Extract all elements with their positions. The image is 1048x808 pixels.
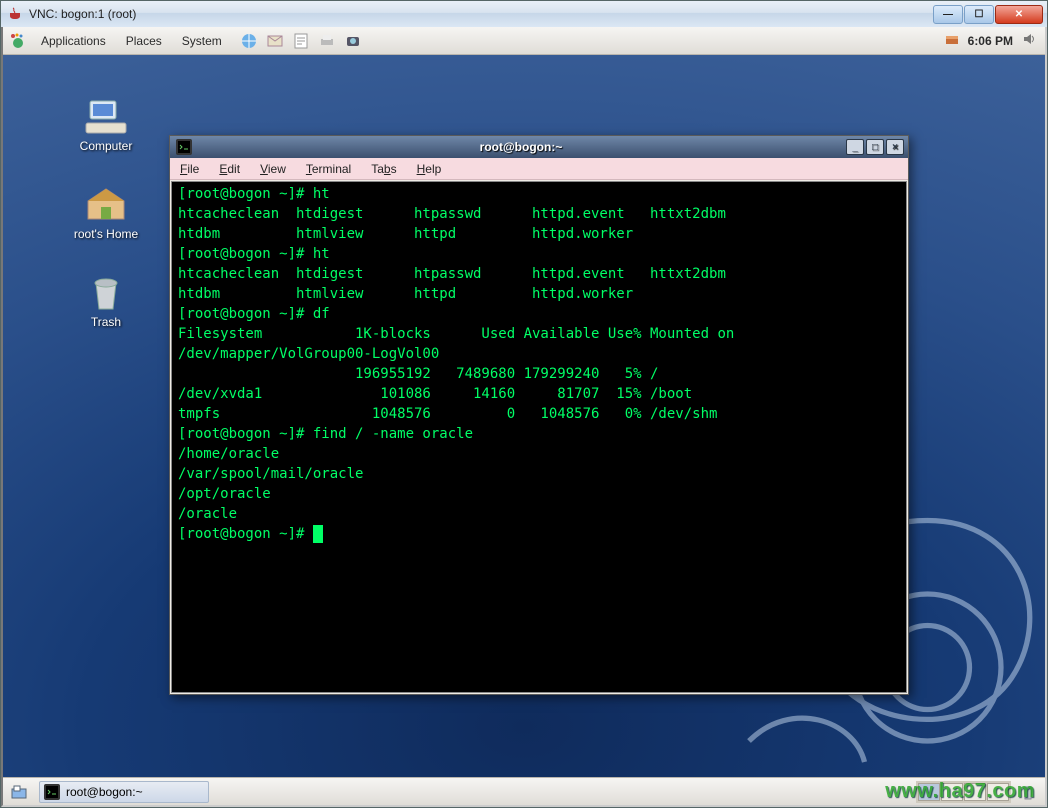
launcher-browser-icon[interactable] xyxy=(238,30,260,52)
desktop-icon-trash[interactable]: Trash xyxy=(61,273,151,329)
desktop-icon-label: root's Home xyxy=(74,227,138,241)
taskbar-item-terminal[interactable]: root@bogon:~ xyxy=(39,781,209,803)
terminal-window[interactable]: root@bogon:~ _ □ × FFileile EditEdit Vie… xyxy=(169,135,909,695)
terminal-menu-terminal[interactable]: TerminalTerminal xyxy=(296,159,361,179)
workspace-4[interactable] xyxy=(987,783,1009,801)
gnome-foot-icon xyxy=(9,32,27,50)
trash-icon xyxy=(84,273,128,313)
terminal-menu-help[interactable]: HelpHelp xyxy=(407,159,452,179)
terminal-menu-file[interactable]: FFileile xyxy=(170,159,209,179)
outer-minimize-button[interactable]: — xyxy=(933,5,963,24)
terminal-minimize-button[interactable]: _ xyxy=(846,139,864,155)
vnc-outer-window: VNC: bogon:1 (root) — ☐ ✕ Applications P… xyxy=(0,0,1048,808)
terminal-title-bar[interactable]: root@bogon:~ _ □ × xyxy=(170,136,908,158)
taskbar-item-label: root@bogon:~ xyxy=(66,785,143,799)
terminal-menu-view[interactable]: ViewView xyxy=(250,159,296,179)
terminal-menu-bar: FFileile EditEdit ViewView TerminalTermi… xyxy=(170,158,908,180)
show-desktop-button[interactable] xyxy=(7,780,31,804)
gnome-top-panel: Applications Places System 6:06 PM xyxy=(3,27,1045,55)
volume-icon[interactable] xyxy=(1021,31,1037,50)
outer-maximize-button[interactable]: ☐ xyxy=(964,5,994,24)
desktop-icon-label: Trash xyxy=(91,315,121,329)
java-cup-icon xyxy=(7,6,23,22)
terminal-menu-edit[interactable]: EditEdit xyxy=(209,159,250,179)
terminal-title-text: root@bogon:~ xyxy=(198,140,844,154)
workspace-3[interactable] xyxy=(964,783,986,801)
workspace-2[interactable] xyxy=(941,783,963,801)
desktop-icon-computer[interactable]: Computer xyxy=(61,97,151,153)
desktop-icon-home[interactable]: root's Home xyxy=(61,185,151,241)
terminal-menu-tabs[interactable]: TabsTabs xyxy=(361,159,406,179)
outer-title-bar[interactable]: VNC: bogon:1 (root) — ☐ ✕ xyxy=(1,1,1047,27)
terminal-icon xyxy=(44,784,60,800)
launcher-print-icon[interactable] xyxy=(316,30,338,52)
gnome-bottom-panel: root@bogon:~ xyxy=(3,777,1045,805)
menu-system[interactable]: System xyxy=(172,30,232,52)
terminal-maximize-button[interactable]: □ xyxy=(866,139,884,155)
updates-icon[interactable] xyxy=(944,31,960,50)
panel-clock[interactable]: 6:06 PM xyxy=(968,34,1013,48)
workspace-1[interactable] xyxy=(918,783,940,801)
launcher-email-icon[interactable] xyxy=(264,30,286,52)
panel-trash-icon[interactable] xyxy=(1017,781,1039,803)
workspace-switcher[interactable] xyxy=(916,781,1011,803)
terminal-close-button[interactable]: × xyxy=(886,139,904,155)
computer-icon xyxy=(84,97,128,137)
menu-applications[interactable]: Applications xyxy=(31,30,116,52)
desktop-icon-label: Computer xyxy=(80,139,133,153)
desktop-icons: Computer root's Home Trash xyxy=(61,97,151,329)
menu-places[interactable]: Places xyxy=(116,30,172,52)
terminal-icon xyxy=(176,139,192,155)
vnc-remote-desktop[interactable]: Applications Places System 6:06 PM Compu… xyxy=(1,27,1047,807)
launcher-editor-icon[interactable] xyxy=(290,30,312,52)
outer-window-title: VNC: bogon:1 (root) xyxy=(29,7,136,21)
home-folder-icon xyxy=(84,185,128,225)
launcher-screenshot-icon[interactable] xyxy=(342,30,364,52)
outer-close-button[interactable]: ✕ xyxy=(995,5,1043,24)
terminal-output[interactable]: [root@bogon ~]# ht htcacheclean htdigest… xyxy=(171,181,907,693)
